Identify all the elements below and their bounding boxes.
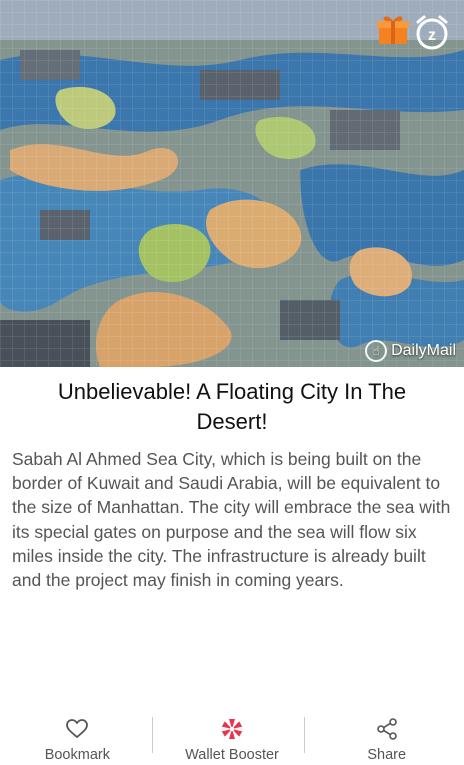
bottom-action-bar: Bookmark Wallet Booster Share xyxy=(0,707,464,765)
source-attribution: ☝ DailyMail xyxy=(365,340,456,362)
svg-text:z: z xyxy=(428,27,436,44)
article-hero-image[interactable]: z ☝ DailyMail xyxy=(0,0,464,367)
share-label: Share xyxy=(367,747,407,763)
wallet-booster-label: Wallet Booster xyxy=(185,747,279,763)
aerial-city-image xyxy=(0,0,464,367)
heart-icon xyxy=(66,719,89,738)
gift-icon[interactable] xyxy=(376,12,410,46)
wallet-booster-button[interactable]: Wallet Booster xyxy=(155,707,310,765)
source-name: DailyMail xyxy=(391,342,456,359)
snooze-icon[interactable]: z xyxy=(414,14,450,50)
share-icon xyxy=(376,718,397,740)
source-logo-icon: ☝ xyxy=(365,340,388,362)
pinwheel-icon xyxy=(221,719,243,739)
divider xyxy=(304,717,305,753)
share-button[interactable]: Share xyxy=(309,707,464,765)
bookmark-label: Bookmark xyxy=(44,747,110,763)
article-body: Sabah Al Ahmed Sea City, which is being … xyxy=(12,449,451,591)
article-title: Unbelievable! A Floating City In The Des… xyxy=(57,379,407,434)
divider xyxy=(152,717,153,753)
bookmark-button[interactable]: Bookmark xyxy=(0,707,155,765)
